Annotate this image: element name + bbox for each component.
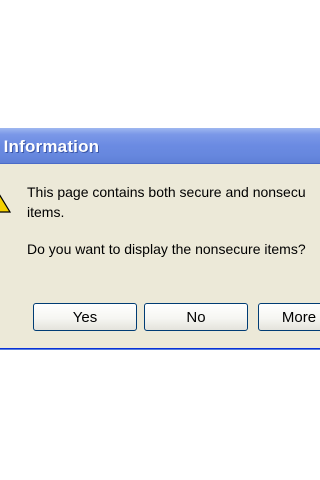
warning-icon xyxy=(0,194,11,213)
dialog-title: y Information xyxy=(0,137,100,156)
dialog-body: This page contains both secure and nonse… xyxy=(0,164,320,348)
no-button-label: No xyxy=(186,308,206,326)
question-text: Do you want to display the nonsecure ite… xyxy=(27,241,306,257)
message-line-2: items. xyxy=(27,204,65,220)
message-line-1: This page contains both secure and nonse… xyxy=(27,184,306,200)
yes-button-label: Yes xyxy=(72,308,98,326)
dialog-title-bar[interactable]: y Information xyxy=(0,128,320,164)
no-button[interactable]: No xyxy=(144,303,248,331)
security-information-dialog: y Information This page contains both se… xyxy=(0,128,320,349)
screen: y Information This page contains both se… xyxy=(0,0,320,480)
yes-button[interactable]: Yes xyxy=(33,303,137,331)
more-info-button[interactable]: More xyxy=(258,303,320,331)
more-info-button-label: More xyxy=(281,308,317,326)
